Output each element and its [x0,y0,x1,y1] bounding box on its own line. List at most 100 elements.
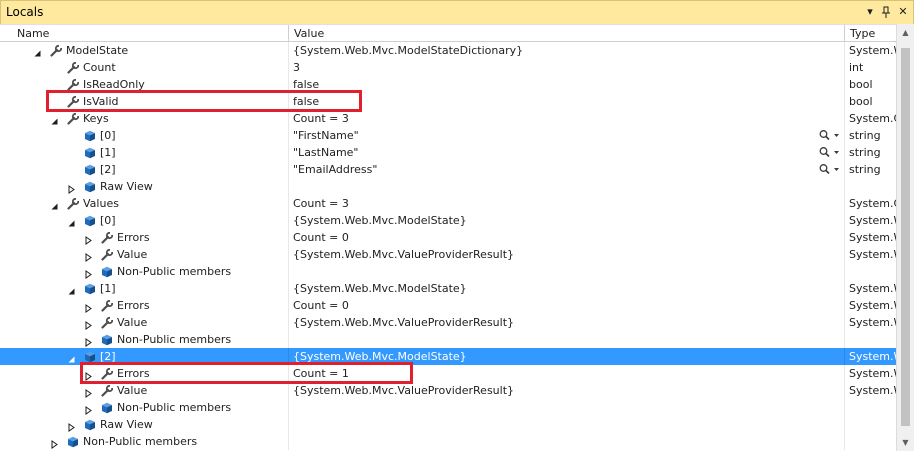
tree-row[interactable]: [0] {System.Web.Mvc.ModelState} System.W [0,212,896,229]
value-cell[interactable]: Count = 3 [293,110,843,127]
locals-tree-grid[interactable]: ModelState {System.Web.Mvc.ModelStateDict… [0,42,896,451]
value-cell[interactable]: {System.Web.Mvc.ModelState} [293,280,843,297]
name-cell[interactable]: Value [0,246,288,263]
value-cell[interactable]: false [293,93,843,110]
value-cell[interactable]: {System.Web.Mvc.ModelState} [293,212,843,229]
value-cell[interactable]: "LastName" [293,144,843,161]
scroll-thumb[interactable] [901,48,910,426]
tree-row[interactable]: [1] "LastName" string [0,144,896,161]
tree-row[interactable]: Non-Public members [0,433,896,450]
tree-row[interactable]: Errors Count = 0 System.W [0,229,896,246]
name-cell[interactable]: [0] [0,212,288,229]
tree-row[interactable]: IsReadOnly false bool [0,76,896,93]
value-cell[interactable]: {System.Web.Mvc.ValueProviderResult} [293,246,843,263]
scroll-up-icon[interactable]: ▲ [897,24,914,41]
tree-row[interactable]: Errors Count = 0 System.W [0,297,896,314]
expanded-triangle-icon[interactable] [67,284,76,295]
name-cell[interactable]: Values [0,195,288,212]
name-cell[interactable]: Value [0,382,288,399]
value-cell[interactable]: 3 [293,59,843,76]
name-cell[interactable]: Keys [0,110,288,127]
name-cell[interactable]: Raw View [0,178,288,195]
close-icon[interactable]: ✕ [895,4,911,20]
value-cell[interactable]: "EmailAddress" [293,161,843,178]
expanded-triangle-icon[interactable] [67,216,76,227]
value-cell[interactable]: Count = 0 [293,229,843,246]
tree-row[interactable]: Non-Public members [0,399,896,416]
collapsed-triangle-icon[interactable] [84,403,93,415]
tree-row[interactable]: Value {System.Web.Mvc.ValueProviderResult… [0,382,896,399]
tree-row[interactable]: Non-Public members [0,331,896,348]
text-visualizer-magnifier-icon[interactable] [818,163,840,176]
scroll-down-icon[interactable]: ▼ [897,434,914,451]
name-cell[interactable]: [1] [0,280,288,297]
collapsed-triangle-icon[interactable] [50,437,59,449]
tree-row[interactable]: Non-Public members [0,263,896,280]
value-cell[interactable]: {System.Web.Mvc.ModelState} [293,348,843,365]
expanded-triangle-icon[interactable] [50,199,59,210]
collapsed-triangle-icon[interactable] [67,420,76,432]
expanded-triangle-icon[interactable] [50,114,59,125]
name-cell[interactable]: [0] [0,127,288,144]
value-cell[interactable]: Count = 3 [293,195,843,212]
value-cell[interactable] [293,433,843,450]
tree-row[interactable]: [2] {System.Web.Mvc.ModelState} System.W [0,348,896,365]
tree-row[interactable]: IsValid false bool [0,93,896,110]
collapsed-triangle-icon[interactable] [67,182,76,194]
expanded-triangle-icon[interactable] [33,46,42,57]
tree-row[interactable]: [2] "EmailAddress" string [0,161,896,178]
name-cell[interactable]: [2] [0,161,288,178]
value-cell[interactable]: {System.Web.Mvc.ModelStateDictionary} [293,42,843,59]
collapsed-triangle-icon[interactable] [84,318,93,330]
name-cell[interactable]: Errors [0,297,288,314]
name-cell[interactable]: Errors [0,229,288,246]
tree-row[interactable]: [0] "FirstName" string [0,127,896,144]
tree-row[interactable]: Value {System.Web.Mvc.ValueProviderResult… [0,246,896,263]
tree-row[interactable]: ModelState {System.Web.Mvc.ModelStateDict… [0,42,896,59]
tree-row[interactable]: [1] {System.Web.Mvc.ModelState} System.W [0,280,896,297]
value-cell[interactable]: Count = 1 [293,365,843,382]
collapsed-triangle-icon[interactable] [84,233,93,245]
collapsed-triangle-icon[interactable] [84,267,93,279]
name-cell[interactable]: IsReadOnly [0,76,288,93]
text-visualizer-magnifier-icon[interactable] [818,129,840,142]
name-cell[interactable]: ModelState [0,42,288,59]
name-cell[interactable]: Errors [0,365,288,382]
window-menu-dropdown-icon[interactable]: ▾ [862,4,878,20]
text-visualizer-magnifier-icon[interactable] [818,146,840,159]
collapsed-triangle-icon[interactable] [84,250,93,262]
value-cell[interactable]: {System.Web.Mvc.ValueProviderResult} [293,314,843,331]
name-cell[interactable]: Non-Public members [0,263,288,280]
name-cell[interactable]: Value [0,314,288,331]
expanded-triangle-icon[interactable] [67,352,76,363]
column-header-value[interactable]: Value [289,25,844,42]
tree-row[interactable]: Values Count = 3 System.C [0,195,896,212]
collapsed-triangle-icon[interactable] [84,335,93,347]
column-header-name[interactable]: Name [12,25,288,42]
tree-row[interactable]: Count 3 int [0,59,896,76]
tree-row[interactable]: Raw View [0,178,896,195]
name-cell[interactable]: Count [0,59,288,76]
tree-row[interactable]: Errors Count = 1 System.W [0,365,896,382]
tree-row[interactable]: Raw View [0,416,896,433]
value-cell[interactable]: {System.Web.Mvc.ValueProviderResult} [293,382,843,399]
name-cell[interactable]: Raw View [0,416,288,433]
value-cell[interactable] [293,178,843,195]
name-cell[interactable]: Non-Public members [0,331,288,348]
tree-row[interactable]: Value {System.Web.Mvc.ValueProviderResult… [0,314,896,331]
collapsed-triangle-icon[interactable] [84,301,93,313]
value-cell[interactable]: Count = 0 [293,297,843,314]
name-cell[interactable]: [2] [0,348,288,365]
collapsed-triangle-icon[interactable] [84,386,93,398]
collapsed-triangle-icon[interactable] [84,369,93,381]
value-cell[interactable] [293,416,843,433]
column-header-type[interactable]: Type [845,25,896,42]
pin-icon[interactable] [878,4,894,20]
name-cell[interactable]: [1] [0,144,288,161]
value-cell[interactable]: false [293,76,843,93]
name-cell[interactable]: Non-Public members [0,399,288,416]
vertical-scrollbar[interactable]: ▲ ▼ [896,24,914,451]
name-cell[interactable]: IsValid [0,93,288,110]
value-cell[interactable] [293,331,843,348]
value-cell[interactable] [293,399,843,416]
